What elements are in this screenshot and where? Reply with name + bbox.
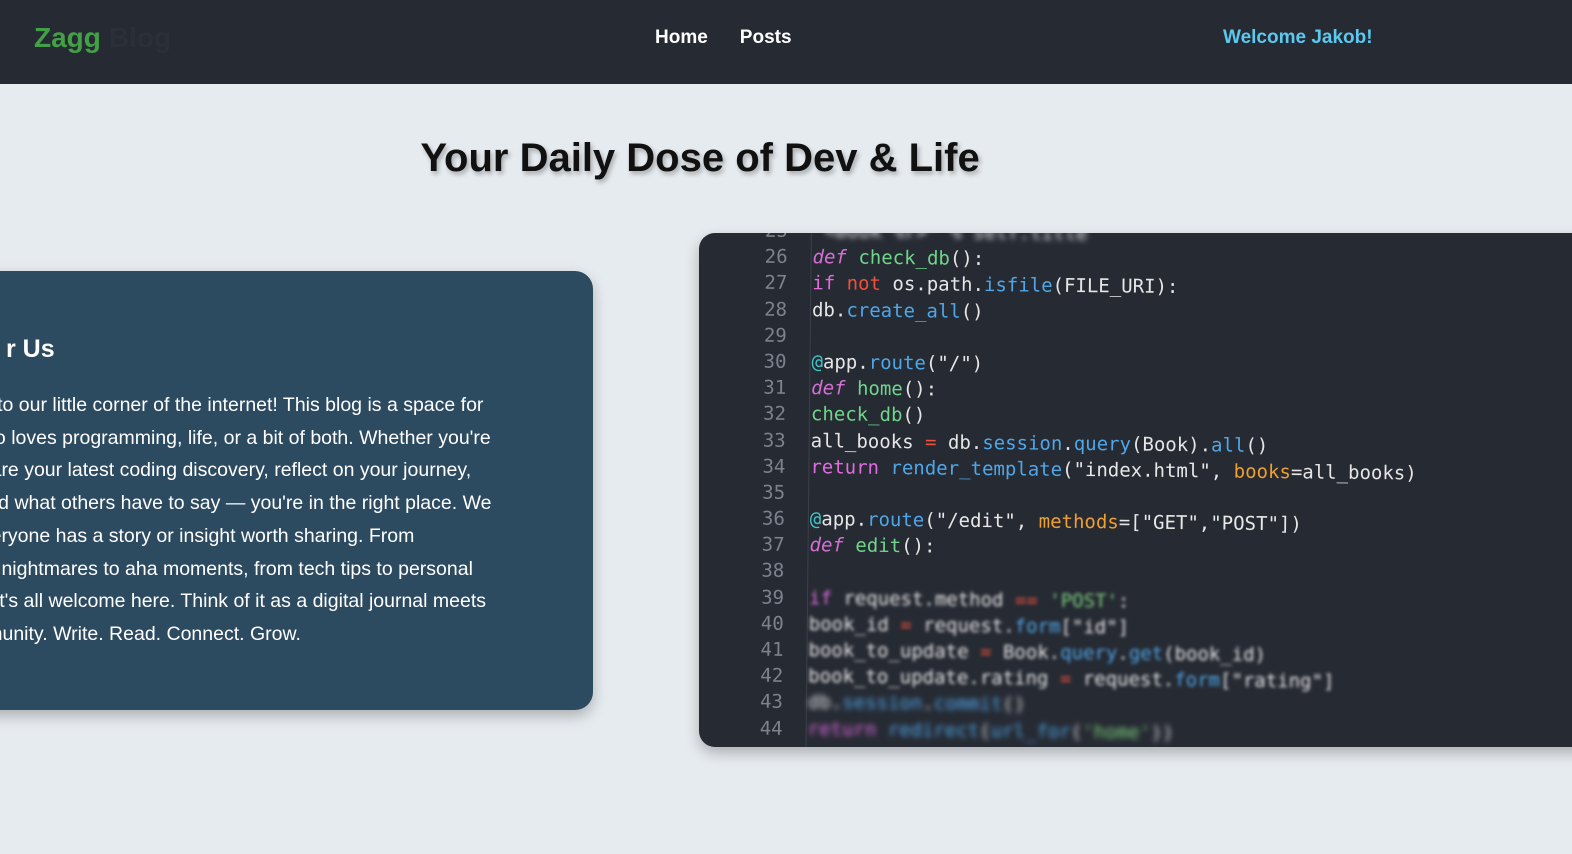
code-line-number: 38 [761, 560, 785, 583]
code-line-number: 30 [763, 350, 787, 373]
code-line-number: 33 [762, 429, 786, 452]
brand-primary: Zagg [34, 22, 101, 53]
code-line-number: 44 [759, 717, 783, 740]
code-line-number: 32 [762, 402, 787, 426]
top-navbar: Zagg Blog Home Posts Welcome Jakob! [0, 0, 1572, 84]
code-line-text: all_books = db.session.query(Book).all() [810, 429, 1269, 457]
code-line-text: def edit(): [809, 534, 936, 558]
about-line: read what others have to say — you're in… [0, 492, 492, 515]
code-line-number: 43 [759, 691, 784, 714]
brand-secondary: Blog [108, 22, 172, 53]
code-line-text: "<Book %r>" % self.title [813, 233, 1088, 246]
code-line-number: 27 [764, 272, 788, 295]
code-line-number: 28 [764, 298, 788, 321]
page-headline: Your Daily Dose of Dev & Life [420, 136, 980, 180]
code-line-text: return redirect(url_for('home')) [807, 717, 1174, 744]
code-line-number: 39 [761, 586, 785, 609]
code-line-text: def check_db(): [812, 246, 985, 271]
code-line-number: 35 [762, 481, 786, 504]
nav-link-home[interactable]: Home [655, 27, 708, 49]
code-line-number: 37 [761, 533, 785, 557]
code-line-number: 26 [764, 245, 788, 269]
code-line-text: db.create_all() [811, 298, 984, 323]
about-line: who loves programming, life, or a bit of… [0, 426, 491, 449]
code-line-number: 41 [760, 638, 784, 661]
welcome-message: Welcome Jakob! [1223, 27, 1373, 48]
code-listing: 25 "<Book %r>" % self.title 26 def check_d… [699, 233, 1572, 747]
code-line-text: if not os.path.isfile(FILE_URI): [812, 272, 1179, 299]
code-line-text: check_db() [810, 403, 926, 427]
code-line-text: book_id = request.form["id"] [808, 612, 1130, 639]
code-line-number: 40 [760, 612, 784, 635]
about-line: mmunity. Write. Read. Connect. Grow. [0, 622, 301, 645]
about-card: r Us ne to our little corner of the inte… [0, 271, 593, 710]
code-line-text: @app.route("/edit", methods=["GET","POST… [809, 508, 1302, 536]
code-line-text: book_to_update = Book.query.get(book_id) [808, 639, 1267, 666]
code-line-number: 34 [762, 455, 786, 478]
code-line-text: def home(): [811, 377, 938, 401]
about-line: everyone has a story or insight worth sh… [0, 524, 415, 547]
code-screenshot-image: 25 "<Book %r>" % self.title 26 def check_d… [699, 233, 1572, 747]
about-line: ing nightmares to aha moments, from tech… [0, 557, 473, 580]
code-line-text: @app.route("/") [811, 351, 984, 375]
code-line-number: 31 [763, 376, 787, 400]
code-line-number: 25 [743, 233, 788, 242]
about-title: r Us [6, 335, 55, 363]
code-line-number: 36 [761, 507, 785, 530]
about-line: — it's all welcome here. Think of it as … [0, 590, 487, 613]
brand-logo[interactable]: Zagg Blog [34, 22, 171, 54]
about-body: ne to our little corner of the internet!… [0, 389, 590, 651]
about-line: share your latest coding discovery, refl… [0, 459, 472, 482]
code-line-number: 42 [760, 664, 784, 688]
nav-links: Home Posts [655, 27, 792, 49]
code-line-number: 29 [763, 324, 787, 347]
code-line-text: db.session.commit() [807, 691, 1026, 716]
code-line-text: book_to_update.rating = request.form["ra… [808, 665, 1335, 693]
code-line-text: if request.method == 'POST': [808, 586, 1130, 613]
nav-link-posts[interactable]: Posts [740, 27, 792, 49]
about-line: ne to our little corner of the internet!… [0, 394, 484, 416]
